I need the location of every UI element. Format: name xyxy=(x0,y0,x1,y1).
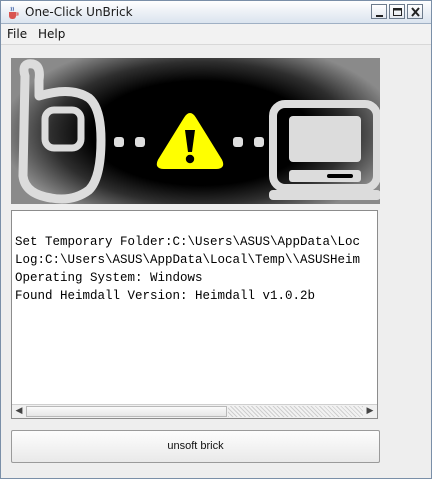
phone-icon xyxy=(18,59,106,204)
log-textarea[interactable]: Set Temporary Folder:C:\Users\ASUS\AppDa… xyxy=(11,210,378,419)
title-bar[interactable]: One-Click UnBrick xyxy=(1,1,431,24)
connection-dots-right xyxy=(233,137,264,147)
app-window: One-Click UnBrick File Help Set Temporar… xyxy=(0,0,432,479)
unsoft-brick-button[interactable]: unsoft brick xyxy=(11,430,380,463)
horizontal-scrollbar[interactable]: ◀ ▶ xyxy=(12,404,377,418)
status-banner xyxy=(11,58,380,204)
scroll-left-icon[interactable]: ◀ xyxy=(12,405,26,418)
menu-file[interactable]: File xyxy=(7,27,27,41)
scrollbar-track[interactable] xyxy=(228,406,363,417)
close-icon xyxy=(411,7,420,17)
warning-icon xyxy=(156,113,224,169)
log-line: Operating System: Windows xyxy=(15,271,203,285)
maximize-button[interactable] xyxy=(389,4,405,19)
log-line: Set Temporary Folder:C:\Users\ASUS\AppDa… xyxy=(15,235,361,249)
scrollbar-thumb[interactable] xyxy=(26,406,227,417)
menu-help[interactable]: Help xyxy=(38,27,65,41)
minimize-icon xyxy=(376,15,383,17)
minimize-button[interactable] xyxy=(371,4,387,19)
computer-icon xyxy=(269,100,380,200)
menu-bar: File Help xyxy=(1,24,431,45)
java-cup-icon xyxy=(6,5,20,19)
close-button[interactable] xyxy=(407,4,423,19)
scroll-right-icon[interactable]: ▶ xyxy=(363,405,377,418)
window-title: One-Click UnBrick xyxy=(25,5,133,19)
connection-dots-left xyxy=(114,137,145,147)
log-line: Log:C:\Users\ASUS\AppData\Local\Temp\\AS… xyxy=(15,253,361,267)
log-lines: Set Temporary Folder:C:\Users\ASUS\AppDa… xyxy=(15,233,377,305)
maximize-icon xyxy=(393,8,402,16)
log-line: Found Heimdall Version: Heimdall v1.0.2b xyxy=(15,289,316,303)
